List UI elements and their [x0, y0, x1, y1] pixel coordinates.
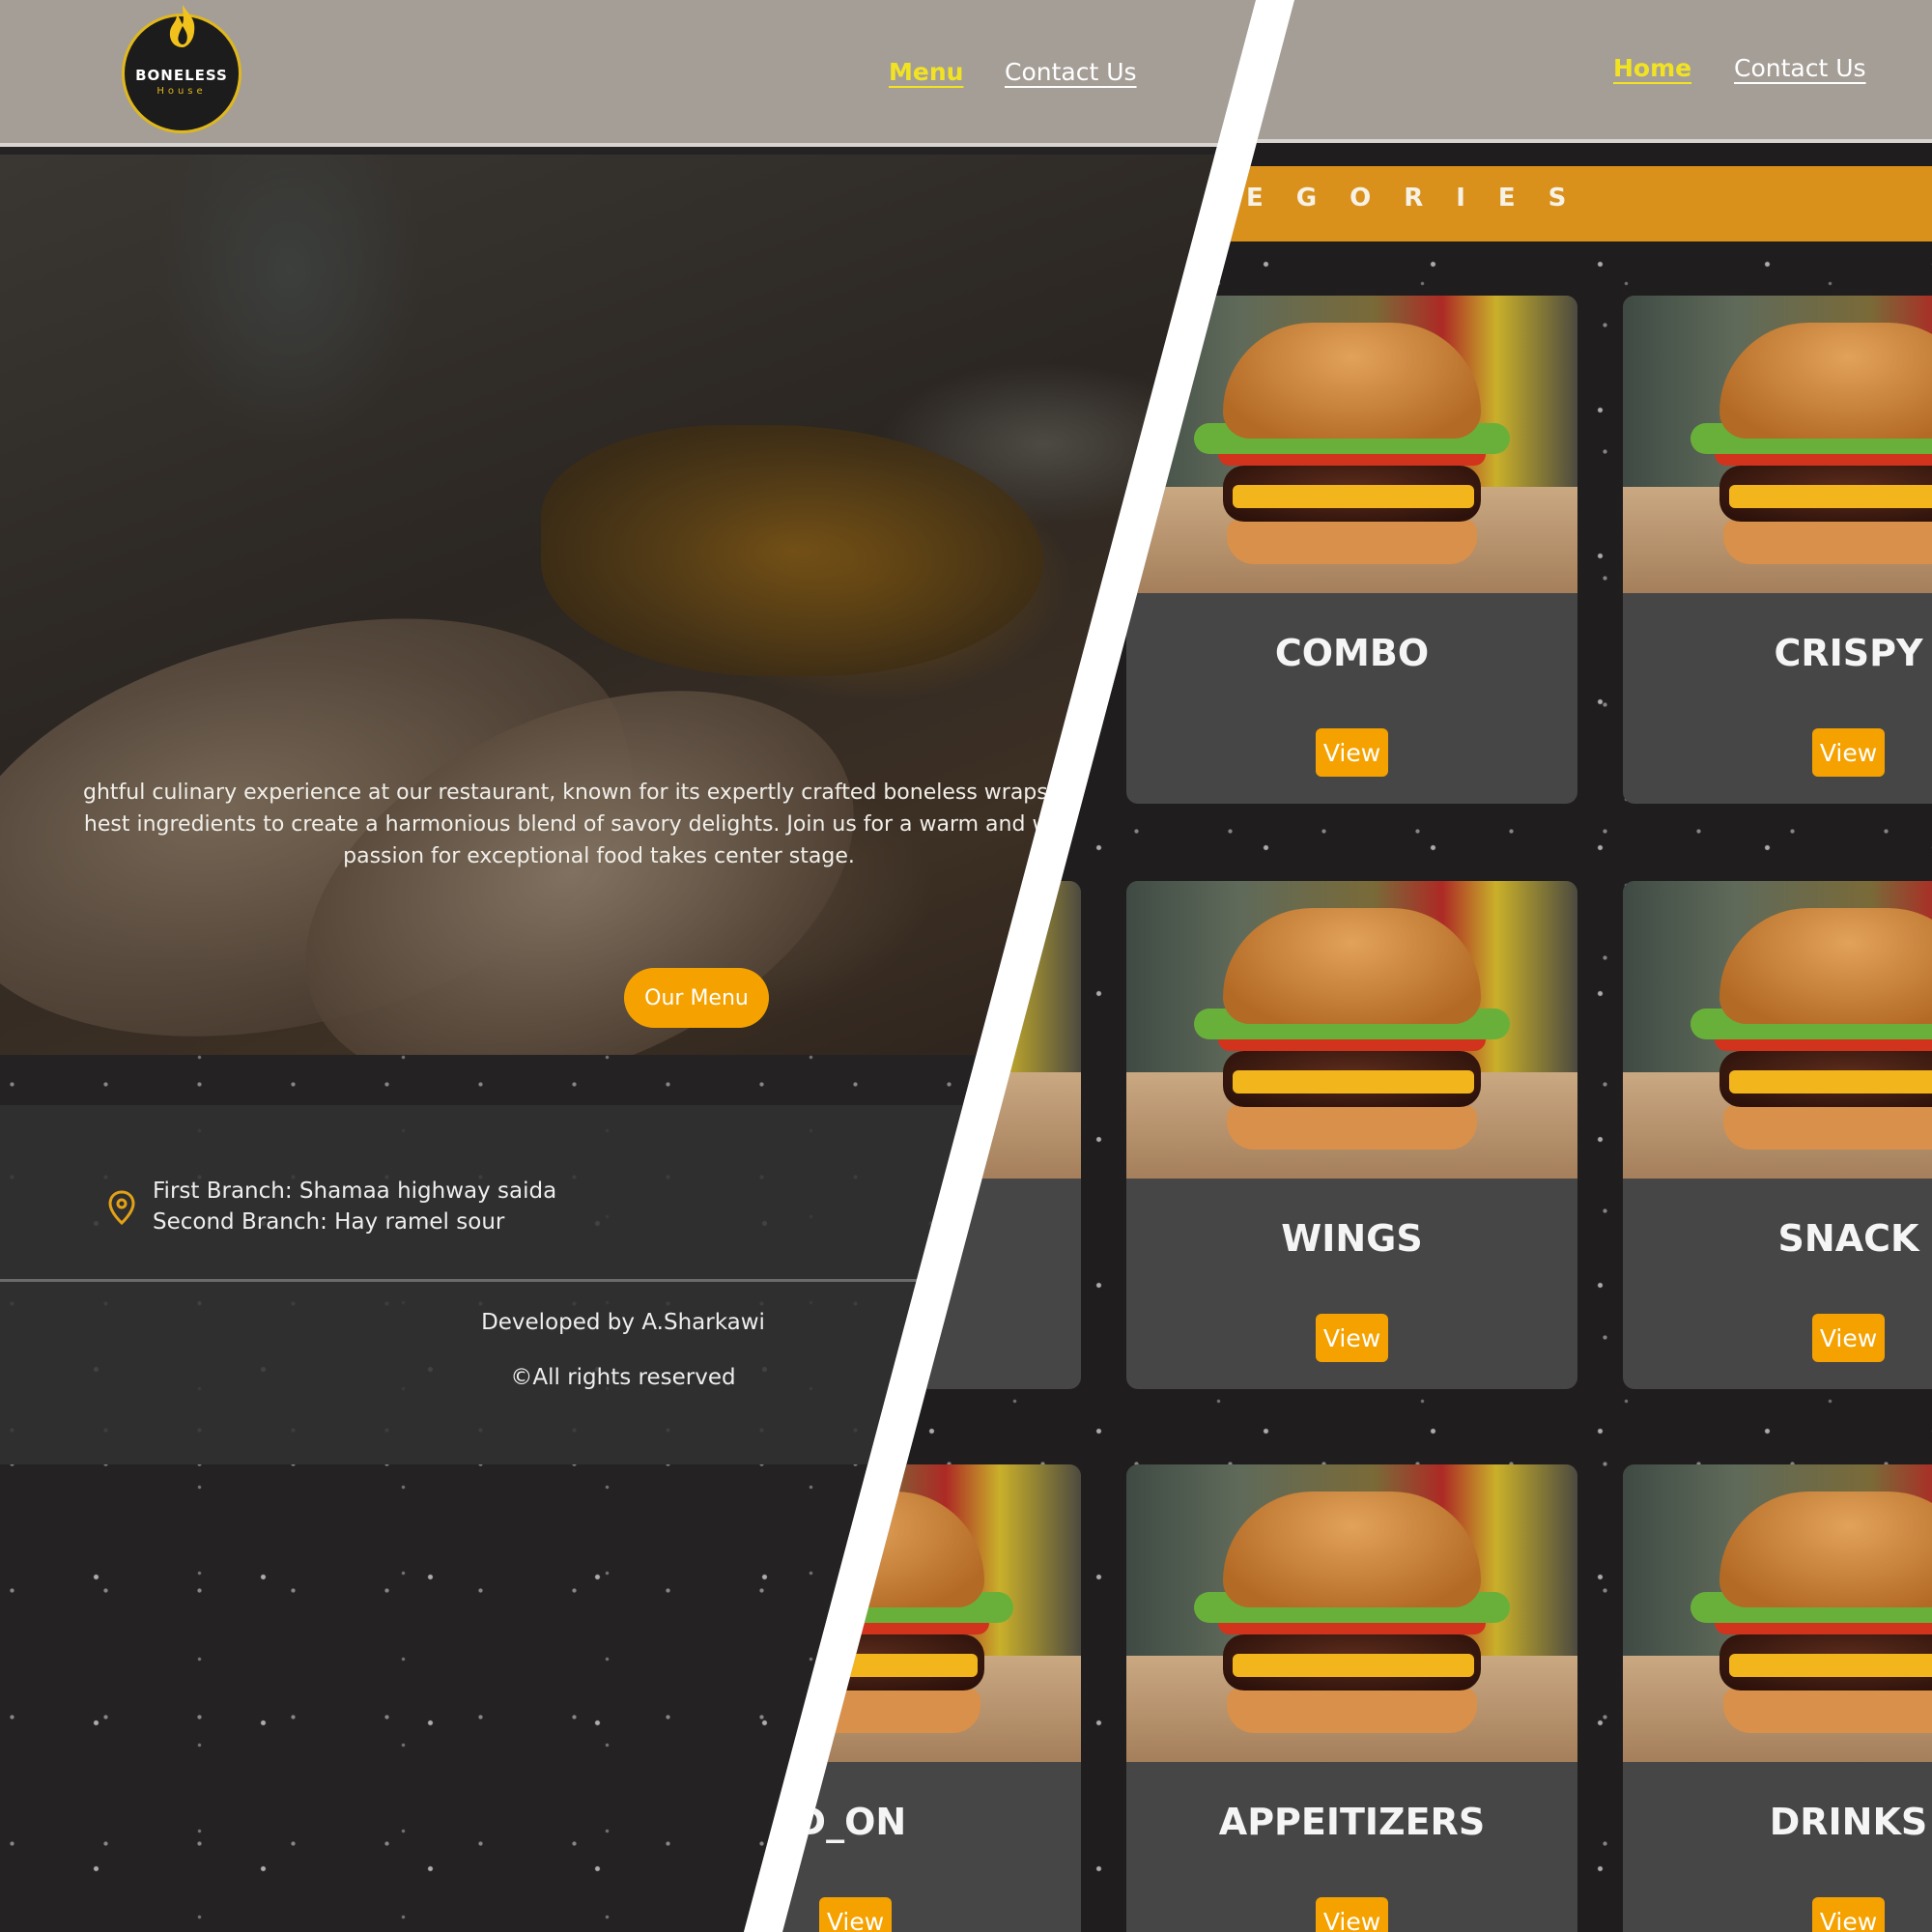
category-card: DRINKS View — [1623, 1464, 1932, 1932]
category-card: WINGS View — [1126, 881, 1577, 1389]
burger-image — [1623, 881, 1932, 1179]
second-branch-address: Second Branch: Hay ramel sour — [153, 1209, 505, 1235]
category-title: CRISPY — [1774, 632, 1923, 674]
burger-image — [1623, 296, 1932, 593]
category-title: DRINKS — [1769, 1801, 1928, 1843]
flame-icon — [169, 5, 195, 47]
category-title: COMBO — [1274, 632, 1430, 674]
burger-image — [1623, 1464, 1932, 1762]
nav-contact-link[interactable]: Contact Us — [1005, 58, 1137, 86]
logo-subtitle: House — [156, 86, 207, 97]
category-title: WINGS — [1281, 1217, 1423, 1260]
view-button[interactable]: View — [1812, 728, 1885, 777]
logo[interactable]: BONELESS House — [122, 5, 242, 133]
burger-image — [1126, 881, 1577, 1179]
first-branch-address: First Branch: Shamaa highway saida — [153, 1179, 557, 1204]
view-button[interactable]: View — [1316, 728, 1388, 777]
view-button[interactable]: View — [1316, 1897, 1388, 1932]
nav-home-link[interactable]: Home — [1613, 54, 1691, 82]
view-button[interactable]: View — [1316, 1314, 1388, 1362]
nav-menu-link[interactable]: Menu — [889, 58, 963, 86]
category-card: CRISPY View — [1623, 296, 1932, 804]
logo-name: BONELESS — [135, 67, 228, 84]
location-pin-icon — [108, 1190, 135, 1225]
categories-title: EGORIES — [1246, 184, 1600, 213]
nav-contact-link[interactable]: Contact Us — [1734, 54, 1866, 82]
burger-image — [1126, 1464, 1577, 1762]
category-card: APPEITIZERS View — [1126, 1464, 1577, 1932]
category-card: SNACK View — [1623, 881, 1932, 1389]
our-menu-button[interactable]: Our Menu — [624, 968, 769, 1028]
category-title: APPEITIZERS — [1218, 1801, 1486, 1843]
view-button[interactable]: View — [1812, 1897, 1885, 1932]
hero-chips — [541, 425, 1043, 676]
view-button[interactable]: View — [819, 1897, 892, 1932]
category-title: SNACK — [1777, 1217, 1919, 1260]
view-button[interactable]: View — [1812, 1314, 1885, 1362]
